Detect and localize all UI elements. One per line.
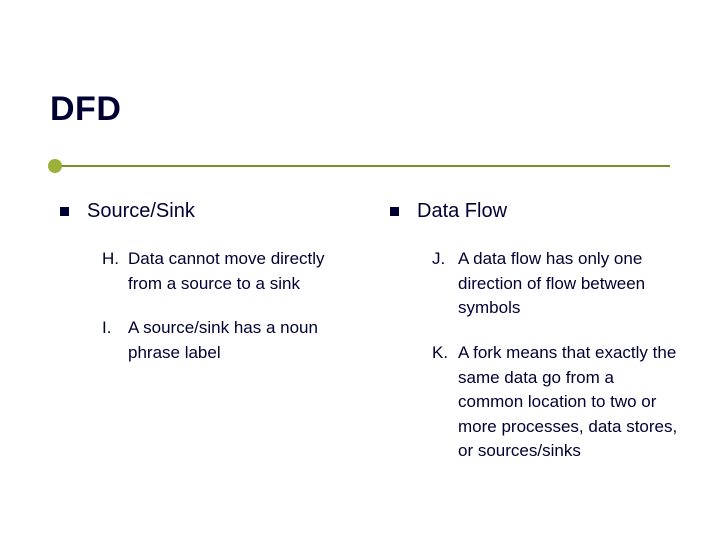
item-text: A source/sink has a noun phrase label [128,316,360,365]
item-list: H. Data cannot move directly from a sour… [60,247,360,366]
item-text: Data cannot move directly from a source … [128,247,360,296]
divider-rule [50,165,670,167]
column-source-sink: Source/Sink H. Data cannot move directly… [60,200,360,484]
item-list: J. A data flow has only one direction of… [390,247,680,464]
list-item: J. A data flow has only one direction of… [432,247,680,321]
column-heading: Source/Sink [87,200,195,223]
list-item: H. Data cannot move directly from a sour… [102,247,360,296]
item-text: A data flow has only one direction of fl… [458,247,680,321]
column-data-flow: Data Flow J. A data flow has only one di… [390,200,680,484]
square-bullet-icon [60,207,69,216]
list-item: I. A source/sink has a noun phrase label [102,316,360,365]
item-text: A fork means that exactly the same data … [458,341,680,464]
square-bullet-icon [390,207,399,216]
slide-title: DFD [50,90,121,129]
item-marker: K. [432,341,458,464]
list-item: K. A fork means that exactly the same da… [432,341,680,464]
column-heading: Data Flow [417,200,507,223]
content-area: Source/Sink H. Data cannot move directly… [60,200,680,484]
column-heading-row: Source/Sink [60,200,360,223]
item-marker: J. [432,247,458,321]
item-marker: I. [102,316,128,365]
item-marker: H. [102,247,128,296]
column-heading-row: Data Flow [390,200,680,223]
